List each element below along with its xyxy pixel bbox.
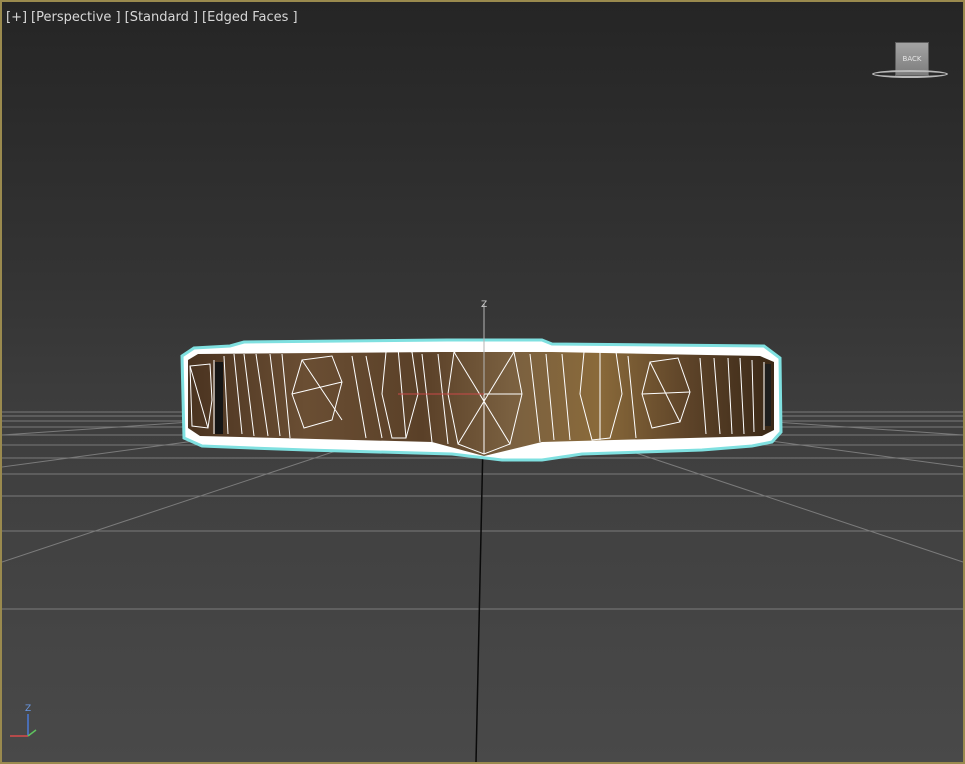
gizmo-z-label: Z <box>481 300 487 310</box>
tripod-z-label: Z <box>25 704 31 714</box>
scene-canvas[interactable]: Z <box>2 2 963 762</box>
viewcube-compass-ring[interactable] <box>872 70 948 78</box>
ring-object <box>180 338 783 462</box>
ring-dark-band <box>215 362 223 434</box>
world-axis-tripod: Z <box>10 704 37 737</box>
grid-center-axis <box>475 441 484 762</box>
viewcube[interactable]: BACK <box>870 42 952 82</box>
ring-dark-band <box>765 364 771 426</box>
perspective-viewport[interactable]: [+] [Perspective ] [Standard ] [Edged Fa… <box>0 0 965 764</box>
